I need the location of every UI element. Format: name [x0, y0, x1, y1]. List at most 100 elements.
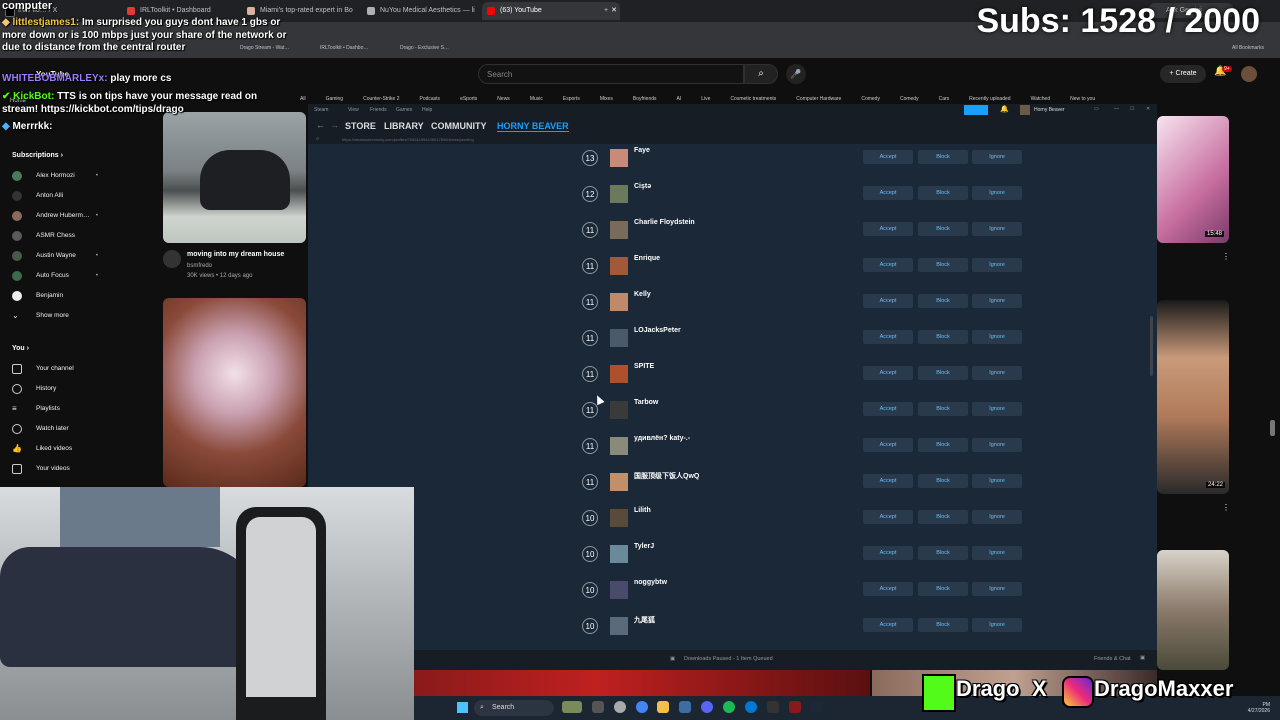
- requester-avatar[interactable]: [610, 221, 628, 239]
- subscription-item[interactable]: Benjamin: [12, 289, 142, 303]
- ignore-button[interactable]: Ignore: [972, 546, 1022, 560]
- video-title[interactable]: moving into my dream house: [187, 251, 284, 258]
- subscription-item[interactable]: Austin Wayne •: [12, 249, 142, 263]
- steam-account-name[interactable]: Horny Beaver: [1034, 107, 1065, 113]
- chip[interactable]: Cosmetic treatments: [730, 96, 776, 102]
- requester-avatar[interactable]: [610, 473, 628, 491]
- back-arrow-icon[interactable]: ←: [316, 120, 325, 130]
- chip[interactable]: Cars: [939, 96, 950, 102]
- block-button[interactable]: Block: [918, 546, 968, 560]
- steam-menu-games[interactable]: Games: [396, 107, 412, 113]
- ignore-button[interactable]: Ignore: [972, 402, 1022, 416]
- chip[interactable]: Gaming: [326, 96, 344, 102]
- chip[interactable]: eSports: [460, 96, 477, 102]
- ignore-button[interactable]: Ignore: [972, 618, 1022, 632]
- ignore-button[interactable]: Ignore: [972, 474, 1022, 488]
- ignore-button[interactable]: Ignore: [972, 366, 1022, 380]
- subscription-item[interactable]: ASMR Chess: [12, 229, 142, 243]
- ignore-button[interactable]: Ignore: [972, 510, 1022, 524]
- new-tab-button[interactable]: +: [600, 2, 612, 20]
- sidebar-item-playlists[interactable]: ≡ Playlists: [12, 402, 142, 416]
- chip[interactable]: Mixes: [600, 96, 613, 102]
- accept-button[interactable]: Accept: [863, 186, 913, 200]
- steam-avatar[interactable]: [1020, 105, 1030, 115]
- block-button[interactable]: Block: [918, 510, 968, 524]
- chip[interactable]: News: [497, 96, 510, 102]
- video-channel[interactable]: bsmfredo: [187, 263, 212, 269]
- requester-name[interactable]: Lilith: [634, 507, 651, 514]
- spotify-icon[interactable]: [723, 701, 735, 713]
- taskbar-search[interactable]: ⌕ Search: [474, 700, 554, 716]
- screen-icon[interactable]: ▭: [1094, 106, 1099, 112]
- create-button[interactable]: + Create: [1160, 65, 1206, 83]
- sidebar-item-liked-videos[interactable]: 👍 Liked videos: [12, 442, 142, 456]
- requester-avatar[interactable]: [610, 365, 628, 383]
- bookmark[interactable]: IRLToolkit • Dashbo…: [320, 45, 368, 51]
- chip[interactable]: Podcasts: [419, 96, 440, 102]
- maximize-icon[interactable]: ☐: [1130, 106, 1134, 112]
- block-button[interactable]: Block: [918, 294, 968, 308]
- chip[interactable]: Computer Hardware: [796, 96, 841, 102]
- steam-menu-friends[interactable]: Friends: [370, 107, 387, 113]
- sidebar-item-your-videos[interactable]: Your videos: [12, 462, 142, 476]
- requester-avatar[interactable]: [610, 149, 628, 167]
- download-status[interactable]: Downloads Paused - 1 Item Queued: [684, 656, 773, 662]
- block-button[interactable]: Block: [918, 330, 968, 344]
- block-button[interactable]: Block: [918, 222, 968, 236]
- chip[interactable]: AI: [677, 96, 682, 102]
- nav-profile[interactable]: HORNY BEAVER: [497, 121, 569, 132]
- ignore-button[interactable]: Ignore: [972, 294, 1022, 308]
- requester-name[interactable]: TylerJ: [634, 543, 654, 550]
- chat-icon[interactable]: ▣: [1140, 655, 1145, 661]
- video-thumbnail[interactable]: [1157, 116, 1229, 243]
- requester-avatar[interactable]: [610, 257, 628, 275]
- requester-avatar[interactable]: [610, 293, 628, 311]
- accept-button[interactable]: Accept: [863, 150, 913, 164]
- chip[interactable]: Live: [701, 96, 710, 102]
- requester-avatar[interactable]: [610, 509, 628, 527]
- requester-avatar[interactable]: [610, 581, 628, 599]
- chip[interactable]: New to you: [1070, 96, 1095, 102]
- requester-name[interactable]: Faye: [634, 147, 650, 154]
- bookmark[interactable]: Drago - Exclusive S…: [400, 45, 449, 51]
- all-bookmarks[interactable]: All Bookmarks: [1232, 45, 1264, 51]
- windows-start-icon[interactable]: [457, 702, 468, 713]
- chip[interactable]: Music: [530, 96, 543, 102]
- accept-button[interactable]: Accept: [863, 474, 913, 488]
- steam-scrollbar[interactable]: [1150, 316, 1153, 376]
- requester-avatar[interactable]: [610, 437, 628, 455]
- file-explorer-icon[interactable]: [657, 701, 669, 713]
- ignore-button[interactable]: Ignore: [972, 222, 1022, 236]
- requester-name[interactable]: LOJacksPeter: [634, 327, 681, 334]
- requester-avatar[interactable]: [610, 185, 628, 203]
- search-input[interactable]: Search: [478, 64, 744, 84]
- nav-library[interactable]: LIBRARY: [384, 121, 424, 131]
- refresh-icon[interactable]: ⟳: [316, 136, 319, 141]
- accept-button[interactable]: Accept: [863, 294, 913, 308]
- steam-menu-view[interactable]: View: [348, 107, 359, 113]
- app-icon[interactable]: [614, 701, 626, 713]
- requester-name[interactable]: SPITE: [634, 363, 654, 370]
- subscription-item[interactable]: Andrew Huberm… •: [12, 209, 142, 223]
- accept-button[interactable]: Accept: [863, 438, 913, 452]
- accept-button[interactable]: Accept: [863, 510, 913, 524]
- block-button[interactable]: Block: [918, 474, 968, 488]
- block-button[interactable]: Block: [918, 618, 968, 632]
- chip[interactable]: All: [300, 96, 306, 102]
- block-button[interactable]: Block: [918, 150, 968, 164]
- show-more-button[interactable]: ⌄ Show more: [12, 309, 142, 323]
- chip[interactable]: Counter-Strike 2: [363, 96, 399, 102]
- requester-name[interactable]: Tarbow: [634, 399, 658, 406]
- ignore-button[interactable]: Ignore: [972, 438, 1022, 452]
- requester-name[interactable]: Enrique: [634, 255, 660, 262]
- more-options-icon[interactable]: ⋮: [1222, 503, 1230, 512]
- accept-button[interactable]: Accept: [863, 366, 913, 380]
- requester-name[interactable]: 国服顶级下饭人QwQ: [634, 471, 699, 481]
- discord-icon[interactable]: [701, 701, 713, 713]
- close-tab-icon[interactable]: ✕: [611, 2, 617, 20]
- accept-button[interactable]: Accept: [863, 258, 913, 272]
- block-button[interactable]: Block: [918, 438, 968, 452]
- requester-avatar[interactable]: [610, 545, 628, 563]
- steam-url[interactable]: https://steamcommunity.com/profiles/7656…: [342, 137, 474, 142]
- chip[interactable]: Esports: [563, 96, 580, 102]
